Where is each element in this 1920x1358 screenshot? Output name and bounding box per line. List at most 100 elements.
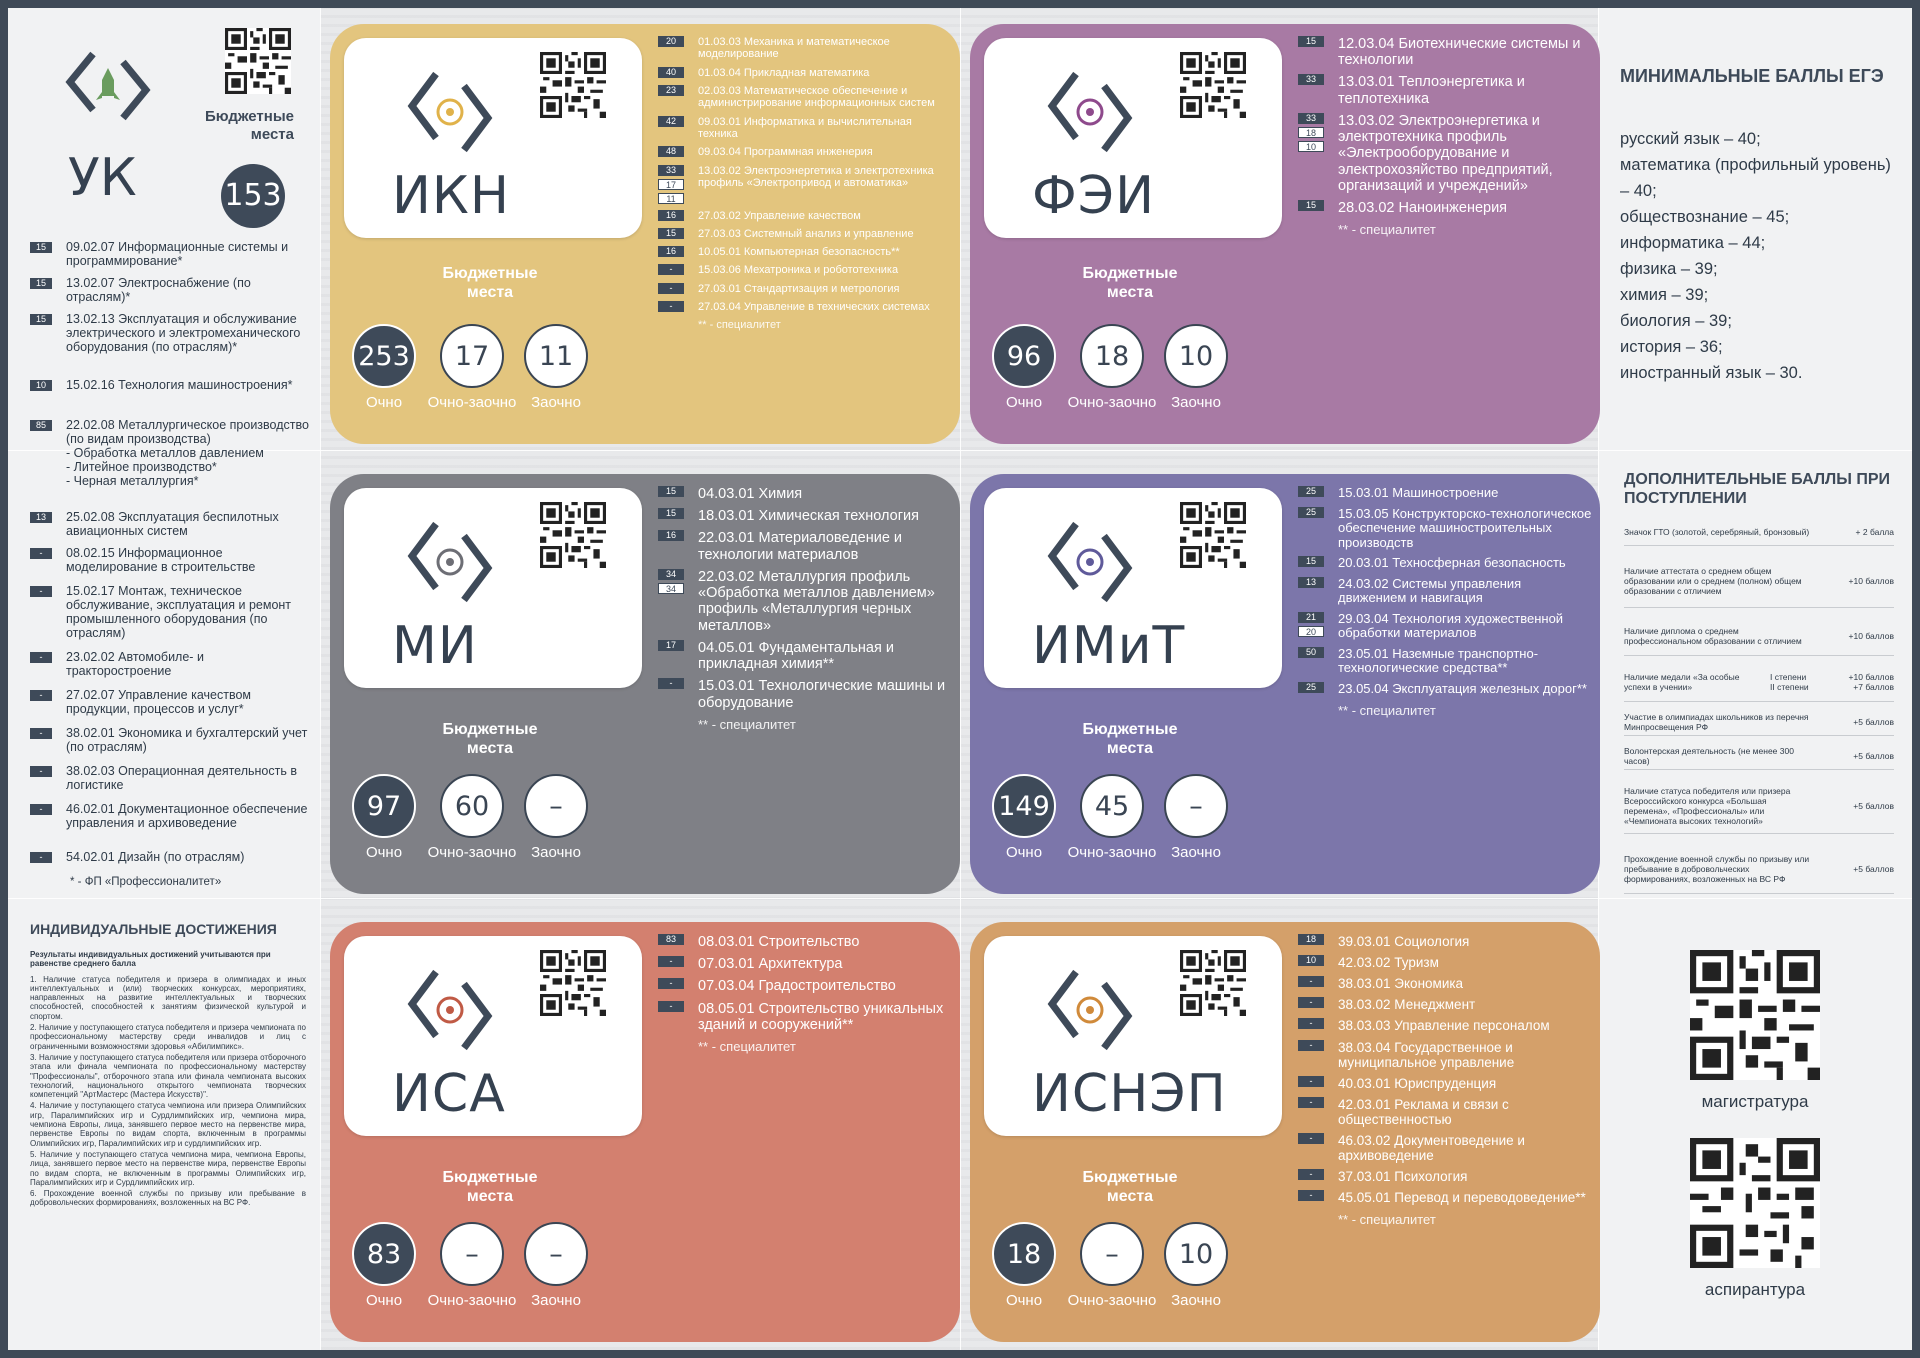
program-title: 20.03.01 Техносферная безопасность xyxy=(1338,555,1566,571)
program-seats-badge: 83 xyxy=(658,934,684,945)
program-title: 04.05.01 Фундаментальная и прикладная хи… xyxy=(698,639,894,673)
uk-program-item: - 38.02.03 Операционная деятельность в ло… xyxy=(30,764,312,792)
program-title: 18.03.01 Химическая технология xyxy=(698,508,919,525)
program-title: 10.05.01 Компьютерная безопасность** xyxy=(698,246,900,259)
program-seats-badge: - xyxy=(1298,997,1324,1009)
program-title: 22.03.01 Материаловедение и технологии м… xyxy=(698,530,903,563)
achievement-item: 1. Наличие статуса победителя и призера … xyxy=(30,974,306,1021)
program-item: - 38.03.04 Государственное и муниципально… xyxy=(1298,1039,1592,1070)
program-title: 23.05.01 Наземные транспортно-технологич… xyxy=(1338,645,1539,676)
program-item: 25 15.03.01 Машиностроение xyxy=(1298,485,1592,501)
faculty-qr-code-icon[interactable] xyxy=(540,52,606,118)
program-title: 42.03.01 Реклама и связи с общественност… xyxy=(1338,1096,1509,1127)
guide-line xyxy=(320,8,321,1350)
program-item: - 37.03.01 Психология xyxy=(1298,1169,1592,1184)
faculty-qr-code-icon[interactable] xyxy=(1180,502,1246,568)
budget-count-zaoch: – xyxy=(1164,774,1228,838)
program-seats-badge: - xyxy=(1298,1039,1324,1051)
uk-footnote: * - ФП «Профессионалитет» xyxy=(70,876,222,888)
bonus-item: Наличие аттестата о среднем общем образо… xyxy=(1624,554,1894,608)
postgraduate-label: аспирантура xyxy=(1704,1280,1806,1299)
uk-program-title: 27.02.07 Управление качеством продукции,… xyxy=(66,688,251,716)
program-item: 15 20.03.01 Техносферная безопасность xyxy=(1298,556,1592,571)
bonus-description: Наличие аттестата о среднем общем образо… xyxy=(1624,565,1802,596)
budget-count-zaoch: 10 xyxy=(1164,324,1228,388)
faculty-abbr: ИКН xyxy=(392,166,510,226)
faculty-qr-code-icon[interactable] xyxy=(540,950,606,1016)
program-title: 15.03.01 Технологические машины и оборуд… xyxy=(698,678,946,711)
faculty-abbr: МИ xyxy=(392,616,478,676)
program-title: 27.03.01 Стандартизация и метрология xyxy=(698,282,900,295)
program-item: - 38.03.02 Менеджмент xyxy=(1298,997,1592,1012)
program-title: 28.03.02 Наноинженерия xyxy=(1338,200,1508,217)
faculty-qr-code-icon[interactable] xyxy=(540,502,606,568)
ege-item: иностранный язык – 30. xyxy=(1620,364,1803,382)
faculty-abbr: ИСА xyxy=(392,1064,506,1124)
bonus-item: Наличие медали «За особые успехи в учени… xyxy=(1624,662,1894,702)
program-list: 83 08.03.01 Строительство - 07.03.01 Архите… xyxy=(658,934,952,1054)
program-seats-badge: - xyxy=(1298,1075,1324,1087)
faculty-card-0: ИКН Бюджетные места 253 Очно 17 Очно-заочно… xyxy=(330,24,960,444)
uk-logo-icon xyxy=(65,51,151,121)
faculty-qr-code-icon[interactable] xyxy=(1180,52,1246,118)
budget-count-och: 149 xyxy=(992,774,1056,838)
bonus-value: + 2 балла xyxy=(1855,526,1894,537)
faculty-logo-icon xyxy=(407,521,493,603)
program-item: 34 34 22.03.02 Металлургия профиль «Обрабо… xyxy=(658,568,952,634)
bonus-value: +5 баллов xyxy=(1853,750,1894,761)
specialist-footnote: ** - специалитет xyxy=(698,319,781,332)
uk-program-item: 13 25.02.08 Эксплуатация беспилотных авиа… xyxy=(30,510,312,538)
program-seats-badge: 18 xyxy=(1298,126,1324,138)
program-item: - 38.03.01 Экономика xyxy=(1298,976,1592,991)
faculty-abbr: ФЭИ xyxy=(1032,166,1155,226)
program-seats-badge: 15 xyxy=(658,486,684,497)
uk-program-title: 13.02.07 Электроснабжение (по отраслям)* xyxy=(66,276,251,304)
program-seats-badge: 15 xyxy=(1298,200,1324,212)
uk-program-seats: - xyxy=(30,548,52,559)
program-title: 27.03.04 Управление в технических систем… xyxy=(698,301,930,314)
program-seats-badge: 10 xyxy=(1298,955,1324,967)
ege-title: МИНИМАЛЬНЫЕ БАЛЛЫ ЕГЭ xyxy=(1620,66,1884,86)
program-item: 20 01.03.03 Механика и математическое мод… xyxy=(658,36,952,61)
uk-program-item: 15 13.02.13 Эксплуатация и обслуживание э… xyxy=(30,312,312,354)
budget-label-zaoch: Заочно xyxy=(1171,844,1221,861)
masters-qr-code-icon[interactable] xyxy=(1690,950,1820,1080)
ege-item: математика (профильный уровень) – 40; xyxy=(1620,156,1891,200)
bonus-description: Значок ГТО (золотой, серебряный, бронзов… xyxy=(1624,526,1810,537)
faculty-logo-panel: ИСА xyxy=(344,936,642,1136)
uk-program-seats: - xyxy=(30,652,52,663)
uk-program-item: 10 15.02.16 Технология машиностроения* xyxy=(30,378,312,392)
budget-label-zaoch: Заочно xyxy=(1171,1292,1221,1309)
program-seats-badge: 40 xyxy=(658,66,684,78)
program-title: 07.03.04 Градостроительство xyxy=(698,978,896,995)
uk-program-seats: - xyxy=(30,690,52,701)
postgraduate-qr-code-icon[interactable] xyxy=(1690,1138,1820,1268)
budget-count-och: 83 xyxy=(352,1222,416,1286)
ege-list: русский язык – 40; математика (профильный… xyxy=(1620,126,1892,386)
budget-label: Бюджетные места xyxy=(442,265,538,301)
achievement-item: 3. Наличие у поступающего статуса победи… xyxy=(30,1052,306,1100)
program-item: 25 15.03.05 Конструкторско-технологическо… xyxy=(1298,506,1592,551)
program-item: 18 39.03.01 Социология xyxy=(1298,934,1592,949)
uk-program-item: - 38.02.01 Экономика и бухгалтерский учет… xyxy=(30,726,312,754)
program-seats-badge: 16 xyxy=(658,246,684,258)
faculty-qr-code-icon[interactable] xyxy=(1180,950,1246,1016)
achievement-item: 5. Наличие у поступающего статуса чемпио… xyxy=(30,1149,306,1187)
uk-program-seats: 10 xyxy=(30,380,52,391)
uk-program-title: 38.02.03 Операционная деятельность в лог… xyxy=(66,764,297,792)
uk-program-item: - 23.02.02 Автомобиле- и тракторостроение xyxy=(30,650,312,678)
program-seats-badge: 17 xyxy=(658,178,684,190)
program-item: 15 04.03.01 Химия xyxy=(658,486,952,502)
uk-qr-code-icon[interactable] xyxy=(225,28,291,94)
program-seats-badge: 21 xyxy=(1298,611,1324,623)
program-item: - 38.03.03 Управление персоналом xyxy=(1298,1018,1592,1033)
program-seats-badge: 20 xyxy=(658,36,684,47)
bonus-value: +10 баллов +7 баллов xyxy=(1848,671,1894,692)
program-item: 15 28.03.02 Наноинженерия xyxy=(1298,200,1592,216)
program-title: 13.03.01 Теплоэнергетика и теплотехника xyxy=(1338,74,1525,107)
uk-program-item: - 27.02.07 Управление качеством продукции… xyxy=(30,688,312,716)
budget-count-och: 96 xyxy=(992,324,1056,388)
program-seats-badge: - xyxy=(1298,1169,1324,1181)
program-seats-badge: 15 xyxy=(658,227,684,239)
program-item: 17 04.05.01 Фундаментальная и прикладная … xyxy=(658,639,952,673)
